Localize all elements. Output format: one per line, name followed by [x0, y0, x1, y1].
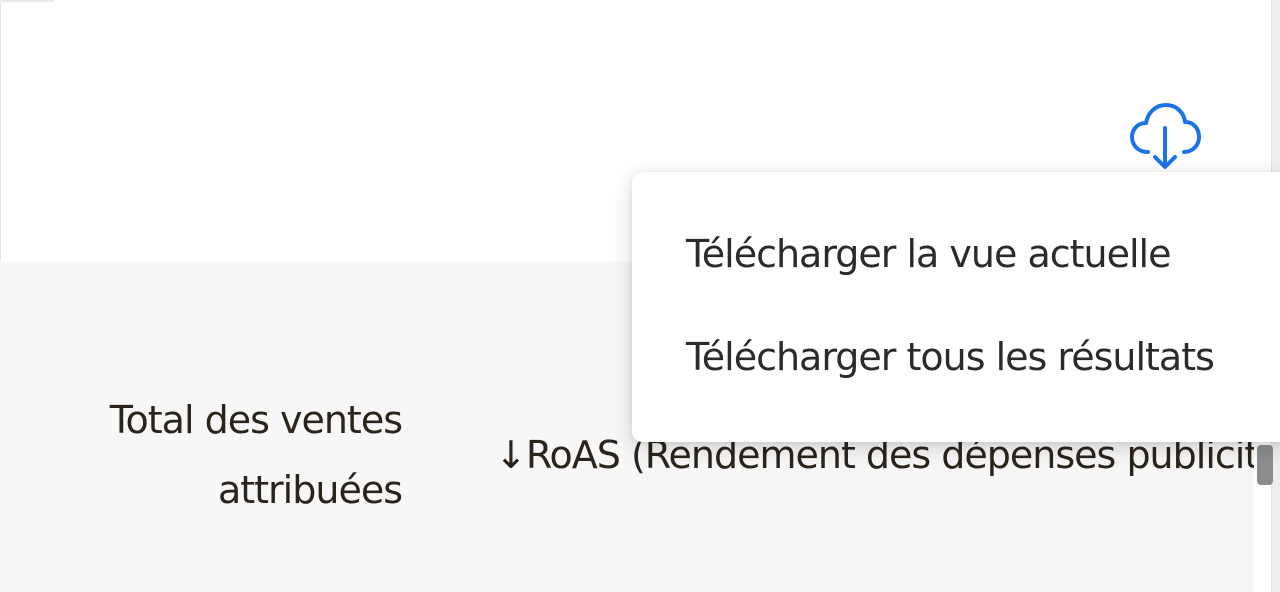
horizontal-scrollbar-thumb[interactable]: [1257, 445, 1273, 485]
download-dropdown-menu: Télécharger la vue actuelle Télécharger …: [632, 172, 1280, 442]
download-button[interactable]: [1126, 96, 1204, 176]
column-header-line2: attribuées: [217, 468, 403, 512]
left-edge-mark-top: [0, 0, 54, 2]
column-header-total-attributed-sales[interactable]: Total des ventes attribuées: [40, 385, 403, 525]
menu-item-download-all-results[interactable]: Télécharger tous les résultats: [686, 330, 1215, 384]
menu-item-download-current-view[interactable]: Télécharger la vue actuelle: [686, 227, 1171, 281]
cloud-download-icon: [1130, 103, 1201, 169]
report-page: Total des ventes attribuées ↓RoAS (Rende…: [0, 0, 1280, 592]
column-header-line1: Total des ventes: [109, 398, 403, 442]
